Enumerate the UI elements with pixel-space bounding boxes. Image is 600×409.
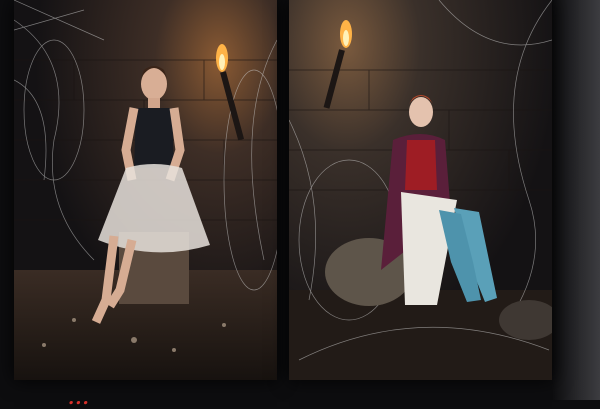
photo-left [14,0,277,380]
photo-right [289,0,552,380]
caption-text: ... [68,388,90,409]
photo-right-scene [289,0,552,380]
photo-left-scene [14,0,277,380]
right-edge-shadow [552,0,600,400]
